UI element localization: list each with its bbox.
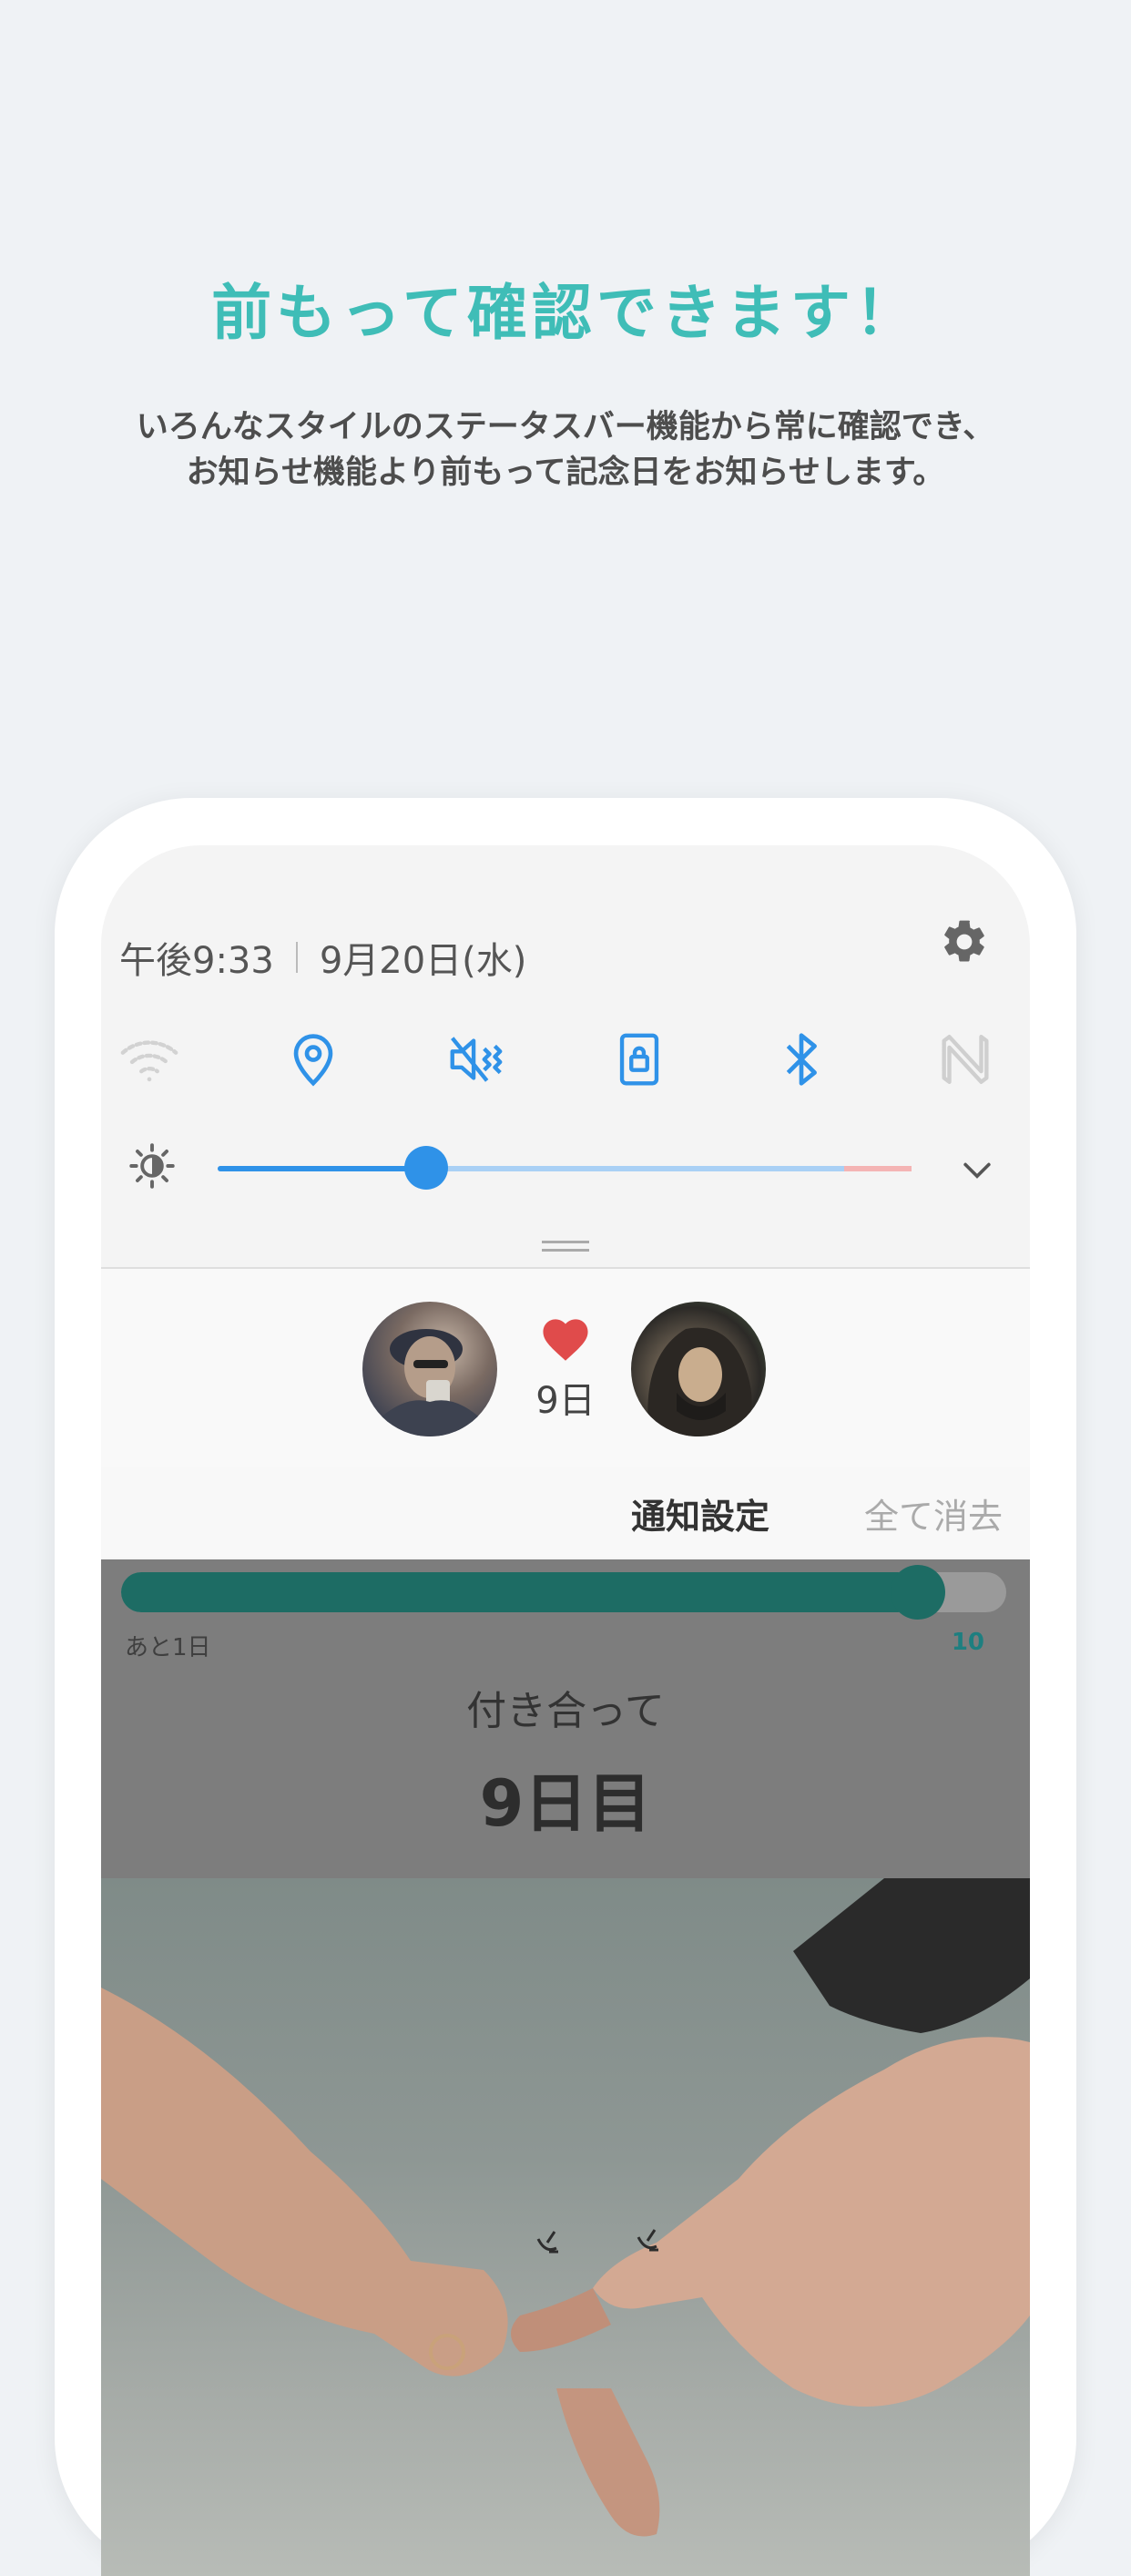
status-date: 9月20日(水) <box>319 940 527 982</box>
clear-all-button[interactable]: 全て消去 <box>864 1488 1003 1538</box>
days-together: 9日 <box>535 1380 596 1422</box>
wifi-icon <box>120 1040 178 1082</box>
location-icon <box>293 1034 333 1087</box>
location-toggle[interactable] <box>280 1026 347 1093</box>
bluetooth-toggle[interactable] <box>768 1026 835 1093</box>
widget-title: 付き合って <box>466 1688 665 1734</box>
rotation-lock-toggle[interactable] <box>606 1026 673 1093</box>
brightness-fill <box>218 1166 426 1171</box>
vibrate-toggle[interactable] <box>443 1026 510 1093</box>
brightness-icon <box>129 1143 175 1189</box>
separator <box>295 942 298 973</box>
gear-icon[interactable] <box>939 916 990 967</box>
anniversary-notification[interactable]: 9日 <box>101 1267 1030 1468</box>
notification-actions: 通知設定 全て消去 <box>101 1467 1030 1558</box>
nfc-toggle[interactable] <box>932 1026 999 1093</box>
anniversary-progress-bar <box>121 1565 1006 1620</box>
rotation-lock-icon <box>619 1033 659 1086</box>
anniversary-widget[interactable]: あと1日 10 付き合って 9日目 <box>101 1559 1030 1878</box>
avatar-partner-2 <box>631 1302 766 1436</box>
remaining-days-label: あと1日 <box>125 1634 211 1661</box>
panel-drag-handle[interactable] <box>542 1241 589 1253</box>
brightness-knob[interactable] <box>403 1146 448 1190</box>
day-count: 9日目 <box>479 1766 652 1841</box>
anniversary-progress-knob <box>890 1565 945 1620</box>
phone-screen: 午後9:33 9月20日(水) 9日 通知設定 全て消去 あと1日 10 付き合… <box>101 845 1030 2576</box>
anniversary-progress-fill <box>121 1572 918 1612</box>
heart-icon <box>543 1319 588 1361</box>
headline: 前もって確認できます！ <box>211 278 920 348</box>
couple-photo <box>101 1878 1030 2576</box>
bluetooth-icon <box>786 1033 817 1086</box>
avatar-partner-1 <box>362 1302 497 1436</box>
vibrate-icon <box>450 1037 503 1082</box>
target-day-label: 10 <box>951 1629 984 1656</box>
status-datetime: 午後9:33 9月20日(水) <box>119 931 526 984</box>
description-line-2: お知らせ機能より前もって記念日をお知らせします。 <box>186 455 945 491</box>
chevron-down-icon[interactable] <box>957 1150 997 1190</box>
notification-settings-button[interactable]: 通知設定 <box>631 1488 769 1538</box>
status-time: 午後9:33 <box>119 940 274 982</box>
brightness-slider[interactable] <box>218 1146 912 1190</box>
nfc-icon <box>942 1035 989 1084</box>
brightness-warning-zone <box>844 1166 912 1171</box>
description: いろんなスタイルのステータスバー機能から常に確認でき、 お知らせ機能より前もって… <box>0 404 1131 496</box>
wifi-toggle[interactable] <box>116 1026 183 1093</box>
description-line-1: いろんなスタイルのステータスバー機能から常に確認でき、 <box>136 409 995 445</box>
